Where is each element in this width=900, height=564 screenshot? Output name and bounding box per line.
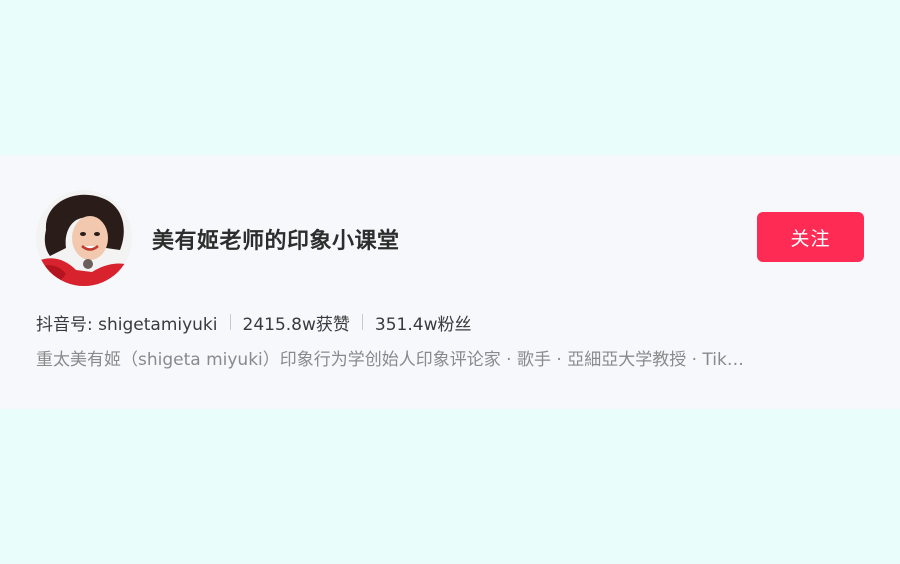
stats-divider bbox=[361, 314, 363, 330]
profile-stats: 抖音号: shigetamiyuki 2415.8w获赞 351.4w粉丝 bbox=[36, 307, 471, 337]
follow-button[interactable]: 关注 bbox=[757, 212, 864, 262]
profile-card: 美有姬老师的印象小课堂 关注 抖音号: shigetamiyuki 2415.8… bbox=[0, 155, 900, 409]
stats-divider bbox=[229, 314, 231, 330]
avatar[interactable] bbox=[36, 190, 132, 286]
page: 美有姬老师的印象小课堂 关注 抖音号: shigetamiyuki 2415.8… bbox=[0, 0, 900, 564]
avatar-image bbox=[36, 190, 132, 286]
douyin-id: 抖音号: shigetamiyuki bbox=[36, 314, 218, 335]
followers-count[interactable]: 351.4w粉丝 bbox=[375, 310, 472, 335]
likes-count: 2415.8w获赞 bbox=[242, 314, 350, 335]
profile-bio: 重太美有姬（shigeta miyuki）印象行为学创始人印象评论家 · 歌手 … bbox=[36, 350, 744, 370]
profile-nickname: 美有姬老师的印象小课堂 bbox=[152, 229, 400, 254]
